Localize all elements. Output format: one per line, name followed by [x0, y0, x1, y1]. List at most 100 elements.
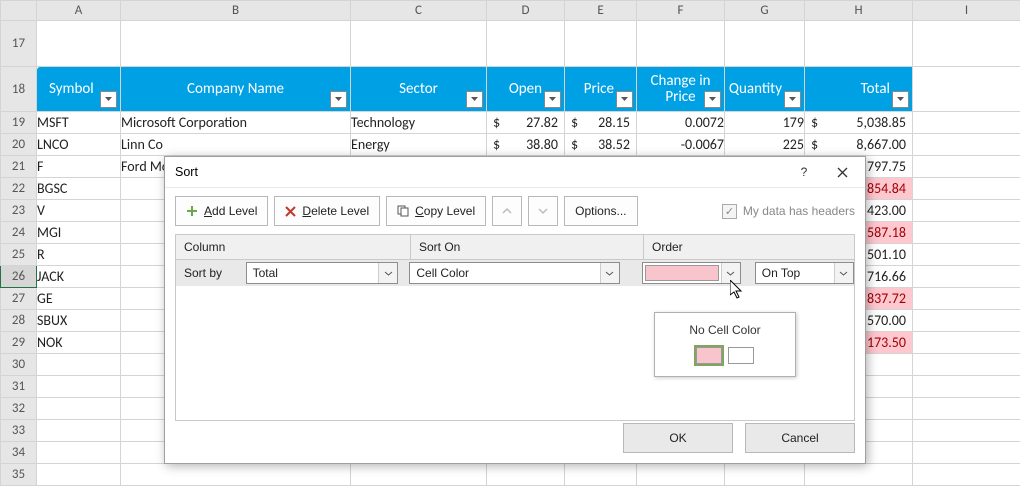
- cell[interactable]: [637, 464, 725, 486]
- row-header-19[interactable]: 19: [1, 112, 37, 134]
- cell[interactable]: [121, 464, 351, 486]
- cell-open[interactable]: $38.80: [487, 134, 565, 156]
- col-header-C[interactable]: C: [351, 1, 487, 21]
- cell-qty[interactable]: 179: [725, 112, 805, 134]
- cell[interactable]: [913, 156, 1020, 178]
- cell-symbol[interactable]: MGI: [37, 222, 121, 244]
- cell[interactable]: [913, 200, 1020, 222]
- cell-qty[interactable]: 225: [725, 134, 805, 156]
- cell[interactable]: [37, 398, 121, 420]
- cell[interactable]: [913, 420, 1020, 442]
- row-header-33[interactable]: 33: [1, 420, 37, 442]
- row-header-27[interactable]: 27: [1, 288, 37, 310]
- cell[interactable]: [913, 376, 1020, 398]
- filter-button[interactable]: [704, 91, 721, 108]
- row-header-30[interactable]: 30: [1, 354, 37, 376]
- cell[interactable]: [487, 464, 565, 486]
- cell-open[interactable]: $27.82: [487, 112, 565, 134]
- hdr-company[interactable]: Company Name: [121, 67, 351, 112]
- cell-symbol[interactable]: R: [37, 244, 121, 266]
- cell[interactable]: [913, 398, 1020, 420]
- order-position-combo[interactable]: On Top: [755, 262, 854, 284]
- row-header-32[interactable]: 32: [1, 398, 37, 420]
- corner-cell[interactable]: [1, 1, 37, 21]
- row-header-31[interactable]: 31: [1, 376, 37, 398]
- cell[interactable]: [37, 420, 121, 442]
- cell[interactable]: [913, 442, 1020, 464]
- delete-level-button[interactable]: Delete Level: [274, 196, 380, 226]
- cell[interactable]: [913, 332, 1020, 354]
- close-button[interactable]: [823, 158, 861, 186]
- order-color-combo[interactable]: [642, 262, 741, 284]
- cell[interactable]: [913, 464, 1020, 486]
- cell-price[interactable]: $28.15: [565, 112, 637, 134]
- cell[interactable]: [913, 222, 1020, 244]
- cell-symbol[interactable]: BGSC: [37, 178, 121, 200]
- copy-level-button[interactable]: Copy Level: [386, 196, 486, 226]
- help-button[interactable]: ?: [785, 158, 823, 186]
- swatch-pink[interactable]: [696, 347, 722, 364]
- cancel-button[interactable]: Cancel: [745, 423, 855, 453]
- cell[interactable]: [37, 442, 121, 464]
- add-level-button[interactable]: Add Level: [175, 196, 268, 226]
- cell-price[interactable]: $38.52: [565, 134, 637, 156]
- col-header-E[interactable]: E: [565, 1, 637, 21]
- hdr-open[interactable]: Open: [487, 67, 565, 112]
- row-header-34[interactable]: 34: [1, 442, 37, 464]
- filter-button[interactable]: [616, 91, 633, 108]
- row-header-29[interactable]: 29: [1, 332, 37, 354]
- cell[interactable]: [351, 21, 487, 67]
- cell[interactable]: [913, 112, 1020, 134]
- cell[interactable]: [725, 21, 805, 67]
- col-header-G[interactable]: G: [725, 1, 805, 21]
- sortby-combo[interactable]: Total: [246, 262, 399, 284]
- hdr-sector[interactable]: Sector: [351, 67, 487, 112]
- cell[interactable]: [913, 310, 1020, 332]
- move-down-button[interactable]: [528, 196, 558, 226]
- cell[interactable]: [913, 354, 1020, 376]
- cell[interactable]: [805, 464, 913, 486]
- cell[interactable]: [565, 464, 637, 486]
- row-header-17[interactable]: 17: [1, 21, 37, 67]
- no-cell-color-option[interactable]: No Cell Color: [663, 323, 787, 337]
- row-header-20[interactable]: 20: [1, 134, 37, 156]
- filter-button[interactable]: [100, 91, 117, 108]
- cell[interactable]: [37, 464, 121, 486]
- col-header-A[interactable]: A: [37, 1, 121, 21]
- cell-symbol[interactable]: MSFT: [37, 112, 121, 134]
- cell[interactable]: [565, 21, 637, 67]
- cell-total[interactable]: $5,038.85: [805, 112, 913, 134]
- cell-company[interactable]: Linn Co: [121, 134, 351, 156]
- move-up-button[interactable]: [492, 196, 522, 226]
- cell[interactable]: [913, 288, 1020, 310]
- filter-button[interactable]: [892, 91, 909, 108]
- sort-row[interactable]: Sort by Total Cell Color On Top: [176, 260, 854, 286]
- col-header-I[interactable]: I: [913, 1, 1020, 21]
- cell[interactable]: [913, 134, 1020, 156]
- cell-symbol[interactable]: JACK: [37, 266, 121, 288]
- hdr-price[interactable]: Price: [565, 67, 637, 112]
- col-header-D[interactable]: D: [487, 1, 565, 21]
- cell[interactable]: [913, 178, 1020, 200]
- row-header-23[interactable]: 23: [1, 200, 37, 222]
- filter-button[interactable]: [544, 91, 561, 108]
- cell-total[interactable]: $8,667.00: [805, 134, 913, 156]
- cell[interactable]: [913, 266, 1020, 288]
- hdr-qty[interactable]: Quantity: [725, 67, 805, 112]
- cell[interactable]: [37, 376, 121, 398]
- row-header-21[interactable]: 21: [1, 156, 37, 178]
- hdr-change[interactable]: Change in Price: [637, 67, 725, 112]
- cell-sector[interactable]: Energy: [351, 134, 487, 156]
- cell[interactable]: [913, 21, 1020, 67]
- cell[interactable]: [37, 21, 121, 67]
- row-header-24[interactable]: 24: [1, 222, 37, 244]
- cell[interactable]: [351, 464, 487, 486]
- ok-button[interactable]: OK: [623, 423, 733, 453]
- cell-symbol[interactable]: SBUX: [37, 310, 121, 332]
- cell-sector[interactable]: Technology: [351, 112, 487, 134]
- row-header-26[interactable]: 26: [1, 266, 37, 288]
- cell-change[interactable]: -0.0067: [637, 134, 725, 156]
- cell[interactable]: [913, 67, 1020, 112]
- cell[interactable]: [37, 354, 121, 376]
- col-header-H[interactable]: H: [805, 1, 913, 21]
